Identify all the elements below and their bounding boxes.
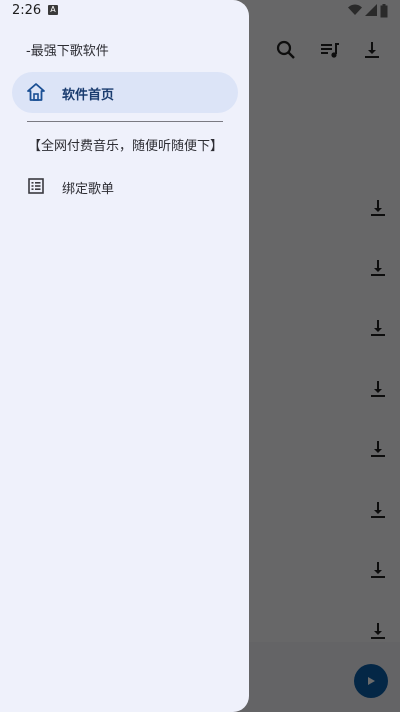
drawer-divider — [27, 121, 223, 122]
status-bar: 2:26 A — [0, 0, 400, 24]
drawer-tagline: 【全网付费音乐，随便听随便下】 — [28, 139, 224, 154]
nav-item-label: 绑定歌单 — [62, 182, 115, 197]
list-icon — [28, 178, 44, 194]
status-icons — [348, 4, 388, 18]
battery-icon — [380, 4, 388, 18]
a-app-icon: A — [48, 5, 58, 15]
home-icon — [27, 83, 45, 101]
status-time: 2:26 — [12, 3, 42, 18]
nav-item-home[interactable]: 软件首页 — [12, 72, 238, 113]
wifi-icon — [348, 4, 362, 15]
nav-item-label: 软件首页 — [62, 88, 115, 103]
signal-icon — [365, 4, 377, 16]
navigation-drawer: -最强下歌软件 软件首页 【全网付费音乐，随便听随便下】 绑定歌单 — [0, 0, 249, 712]
drawer-header: -最强下歌软件 — [26, 44, 109, 59]
nav-item-bind-playlist[interactable]: 绑定歌单 — [12, 170, 238, 202]
